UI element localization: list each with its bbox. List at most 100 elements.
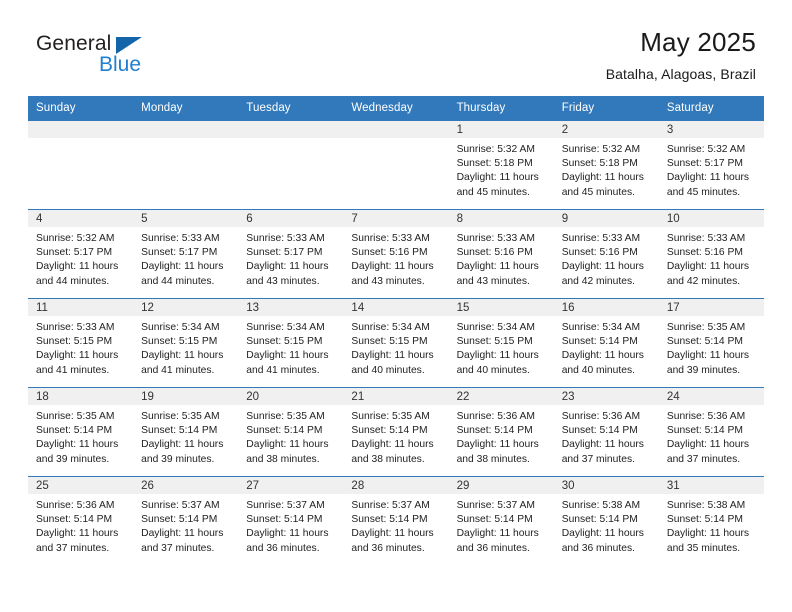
calendar-day-cell[interactable]: 31 Sunrise: 5:38 AM Sunset: 5:14 PM Dayligh… <box>658 476 764 566</box>
daylight-text-line1: Daylight: 11 hours <box>666 439 750 451</box>
calendar-day-cell[interactable]: 27 Sunrise: 5:37 AM Sunset: 5:14 PM Dayligh… <box>238 476 344 566</box>
daylight-text-line1: Daylight: 11 hours <box>246 261 329 273</box>
day-details: Sunrise: 5:35 AM Sunset: 5:14 PM Daylight:… <box>133 405 238 467</box>
day-details: Sunrise: 5:35 AM Sunset: 5:14 PM Daylight:… <box>238 405 343 467</box>
calendar-day-cell[interactable]: 7 Sunrise: 5:33 AM Sunset: 5:16 PM Daylight… <box>343 209 449 299</box>
daylight-text-line1: Daylight: 11 hours <box>351 350 434 362</box>
calendar-day-cell[interactable]: 21 Sunrise: 5:35 AM Sunset: 5:14 PM Dayligh… <box>343 387 449 477</box>
calendar-week-row: 1 Sunrise: 5:32 AM Sunset: 5:18 PM Daylight… <box>28 120 764 210</box>
sunset-text: Sunset: 5:14 PM <box>141 425 218 437</box>
sunrise-text: Sunrise: 5:35 AM <box>246 411 325 422</box>
day-number: 7 <box>343 210 449 227</box>
calendar-day-cell[interactable]: 6 Sunrise: 5:33 AM Sunset: 5:17 PM Daylight… <box>238 209 344 299</box>
calendar-day-cell[interactable]: 5 Sunrise: 5:33 AM Sunset: 5:17 PM Daylight… <box>133 209 239 299</box>
calendar-day-cell[interactable]: 1 Sunrise: 5:32 AM Sunset: 5:18 PM Daylight… <box>448 120 554 210</box>
sunset-text: Sunset: 5:14 PM <box>246 514 323 526</box>
sunset-text: Sunset: 5:16 PM <box>561 247 638 259</box>
weekday-header-tuesday: Tuesday <box>238 96 344 121</box>
sunset-text: Sunset: 5:14 PM <box>351 425 428 437</box>
sunrise-text: Sunrise: 5:32 AM <box>561 144 641 155</box>
sunset-text: Sunset: 5:15 PM <box>246 336 323 348</box>
day-number: 31 <box>658 477 764 494</box>
day-number: 14 <box>343 299 449 316</box>
day-number-band <box>343 121 449 138</box>
calendar-day-cell[interactable]: 30 Sunrise: 5:38 AM Sunset: 5:14 PM Dayligh… <box>553 476 659 566</box>
calendar-day-cell[interactable]: 19 Sunrise: 5:35 AM Sunset: 5:14 PM Dayligh… <box>133 387 239 477</box>
daylight-text-line1: Daylight: 11 hours <box>666 350 750 362</box>
page-title: May 2025 <box>640 27 756 57</box>
calendar-day-cell[interactable]: 28 Sunrise: 5:37 AM Sunset: 5:14 PM Dayligh… <box>343 476 449 566</box>
sunrise-text: Sunrise: 5:36 AM <box>36 500 115 511</box>
daylight-text-line2: and 39 minutes. <box>36 453 110 465</box>
general-blue-logo[interactable]: General Blue <box>36 32 236 82</box>
calendar-day-cell[interactable]: 3 Sunrise: 5:32 AM Sunset: 5:17 PM Daylight… <box>658 120 764 210</box>
calendar-day-cell[interactable]: 29 Sunrise: 5:37 AM Sunset: 5:14 PM Dayligh… <box>448 476 554 566</box>
daylight-text-line1: Daylight: 11 hours <box>456 439 539 451</box>
page-header: General Blue May 2025 Batalha, Alagoas, … <box>28 0 764 96</box>
calendar-day-cell[interactable]: 18 Sunrise: 5:35 AM Sunset: 5:14 PM Dayligh… <box>28 387 134 477</box>
calendar-day-cell[interactable]: 13 Sunrise: 5:34 AM Sunset: 5:15 PM Dayligh… <box>238 298 344 388</box>
calendar-day-cell[interactable]: 14 Sunrise: 5:34 AM Sunset: 5:15 PM Dayligh… <box>343 298 449 388</box>
calendar-cell-empty <box>28 120 134 210</box>
weekday-header-friday: Friday <box>553 96 659 121</box>
calendar-day-cell[interactable]: 22 Sunrise: 5:36 AM Sunset: 5:14 PM Dayligh… <box>448 387 554 477</box>
day-details: Sunrise: 5:32 AM Sunset: 5:18 PM Daylight:… <box>449 138 554 200</box>
daylight-text-line1: Daylight: 11 hours <box>141 528 224 540</box>
sunset-text: Sunset: 5:15 PM <box>351 336 428 348</box>
sunrise-text: Sunrise: 5:32 AM <box>36 233 115 244</box>
daylight-text-line1: Daylight: 11 hours <box>141 350 224 362</box>
calendar-day-cell[interactable]: 15 Sunrise: 5:34 AM Sunset: 5:15 PM Dayligh… <box>448 298 554 388</box>
day-details: Sunrise: 5:36 AM Sunset: 5:14 PM Daylight:… <box>449 405 554 467</box>
logo-text-blue: Blue <box>99 53 142 76</box>
daylight-text-line2: and 41 minutes. <box>36 364 110 376</box>
calendar-day-cell[interactable]: 24 Sunrise: 5:36 AM Sunset: 5:14 PM Dayligh… <box>658 387 764 477</box>
calendar-day-cell[interactable]: 4 Sunrise: 5:32 AM Sunset: 5:17 PM Daylight… <box>28 209 134 299</box>
daylight-text-line1: Daylight: 11 hours <box>351 261 434 273</box>
calendar-day-cell[interactable]: 20 Sunrise: 5:35 AM Sunset: 5:14 PM Dayligh… <box>238 387 344 477</box>
day-details: Sunrise: 5:33 AM Sunset: 5:16 PM Daylight:… <box>659 227 764 289</box>
daylight-text-line2: and 41 minutes. <box>141 364 215 376</box>
daylight-text-line1: Daylight: 11 hours <box>666 172 750 184</box>
calendar-day-cell[interactable]: 23 Sunrise: 5:36 AM Sunset: 5:14 PM Dayligh… <box>553 387 659 477</box>
day-number: 11 <box>28 299 134 316</box>
day-number: 6 <box>238 210 344 227</box>
daylight-text-line2: and 37 minutes. <box>561 453 635 465</box>
daylight-text-line2: and 42 minutes. <box>666 275 741 287</box>
calendar-day-cell[interactable]: 12 Sunrise: 5:34 AM Sunset: 5:15 PM Dayligh… <box>133 298 239 388</box>
sunset-text: Sunset: 5:17 PM <box>666 158 743 170</box>
daylight-text-line2: and 38 minutes. <box>456 453 530 465</box>
calendar-day-cell[interactable]: 16 Sunrise: 5:34 AM Sunset: 5:14 PM Dayligh… <box>553 298 659 388</box>
calendar-day-cell[interactable]: 26 Sunrise: 5:37 AM Sunset: 5:14 PM Dayligh… <box>133 476 239 566</box>
sunset-text: Sunset: 5:15 PM <box>141 336 218 348</box>
daylight-text-line2: and 40 minutes. <box>351 364 425 376</box>
calendar-day-cell[interactable]: 2 Sunrise: 5:32 AM Sunset: 5:18 PM Daylight… <box>553 120 659 210</box>
sunset-text: Sunset: 5:14 PM <box>561 514 638 526</box>
sunset-text: Sunset: 5:14 PM <box>666 336 743 348</box>
logo-triangle-icon <box>116 37 142 54</box>
calendar-day-cell[interactable]: 25 Sunrise: 5:36 AM Sunset: 5:14 PM Dayligh… <box>28 476 134 566</box>
daylight-text-line2: and 45 minutes. <box>561 186 635 198</box>
daylight-text-line1: Daylight: 11 hours <box>351 528 434 540</box>
calendar-week-row: 4 Sunrise: 5:32 AM Sunset: 5:17 PM Daylight… <box>28 209 764 299</box>
weekday-headers: Sunday Monday Tuesday Wednesday Thursday Frid… <box>28 96 764 121</box>
day-details: Sunrise: 5:33 AM Sunset: 5:16 PM Daylight:… <box>343 227 448 289</box>
calendar-day-cell[interactable]: 17 Sunrise: 5:35 AM Sunset: 5:14 PM Dayligh… <box>658 298 764 388</box>
day-details: Sunrise: 5:35 AM Sunset: 5:14 PM Daylight:… <box>659 316 764 378</box>
day-details: Sunrise: 5:37 AM Sunset: 5:14 PM Daylight:… <box>238 494 343 556</box>
calendar-day-cell[interactable]: 10 Sunrise: 5:33 AM Sunset: 5:16 PM Dayligh… <box>658 209 764 299</box>
day-details: Sunrise: 5:33 AM Sunset: 5:17 PM Daylight:… <box>238 227 343 289</box>
calendar-day-cell[interactable]: 9 Sunrise: 5:33 AM Sunset: 5:16 PM Daylight… <box>553 209 659 299</box>
weekday-header-monday: Monday <box>133 96 239 121</box>
daylight-text-line1: Daylight: 11 hours <box>666 261 750 273</box>
daylight-text-line2: and 43 minutes. <box>456 275 530 287</box>
day-number-band <box>133 121 239 138</box>
daylight-text-line1: Daylight: 11 hours <box>561 350 644 362</box>
daylight-text-line2: and 36 minutes. <box>456 542 530 554</box>
daylight-text-line1: Daylight: 11 hours <box>36 439 119 451</box>
calendar-day-cell[interactable]: 11 Sunrise: 5:33 AM Sunset: 5:15 PM Dayligh… <box>28 298 134 388</box>
daylight-text-line1: Daylight: 11 hours <box>36 350 119 362</box>
calendar-day-cell[interactable]: 8 Sunrise: 5:33 AM Sunset: 5:16 PM Daylight… <box>448 209 554 299</box>
day-number: 25 <box>28 477 134 494</box>
sunrise-text: Sunrise: 5:33 AM <box>141 233 220 244</box>
daylight-text-line2: and 43 minutes. <box>351 275 425 287</box>
